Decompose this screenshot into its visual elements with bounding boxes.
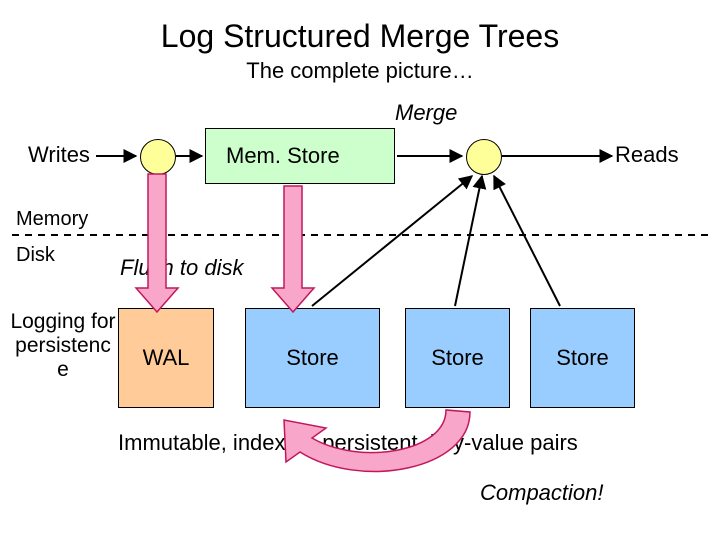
- page-title: Log Structured Merge Trees: [0, 18, 720, 55]
- merge-label: Merge: [395, 100, 457, 126]
- store-text-2: Store: [431, 345, 484, 371]
- arrow-flush-to-disk: [272, 186, 314, 312]
- memstore-text: Mem. Store: [226, 143, 340, 169]
- write-junction-circle: [140, 139, 176, 175]
- flush-label: Flush to disk: [120, 255, 244, 281]
- wal-text: WAL: [143, 345, 190, 371]
- disk-label: Disk: [16, 244, 55, 267]
- read-junction-circle: [466, 139, 502, 175]
- immutable-label: Immutable, indexed, persistent, key-valu…: [118, 430, 578, 456]
- store-text-1: Store: [286, 345, 339, 371]
- wal-box: WAL: [118, 308, 214, 408]
- store-text-3: Store: [556, 345, 609, 371]
- store-box-1: Store: [245, 308, 380, 408]
- arrow-write-to-wal: [136, 174, 178, 312]
- memory-label: Memory: [16, 208, 88, 231]
- memstore-box: Mem. Store: [205, 128, 395, 184]
- page-subtitle: The complete picture…: [0, 58, 720, 84]
- reads-label: Reads: [615, 142, 679, 168]
- store-box-2: Store: [405, 308, 510, 408]
- writes-label: Writes: [28, 142, 90, 168]
- compaction-label: Compaction!: [480, 480, 604, 506]
- store-box-3: Store: [530, 308, 635, 408]
- logging-label: Logging for persistenc e: [8, 310, 118, 382]
